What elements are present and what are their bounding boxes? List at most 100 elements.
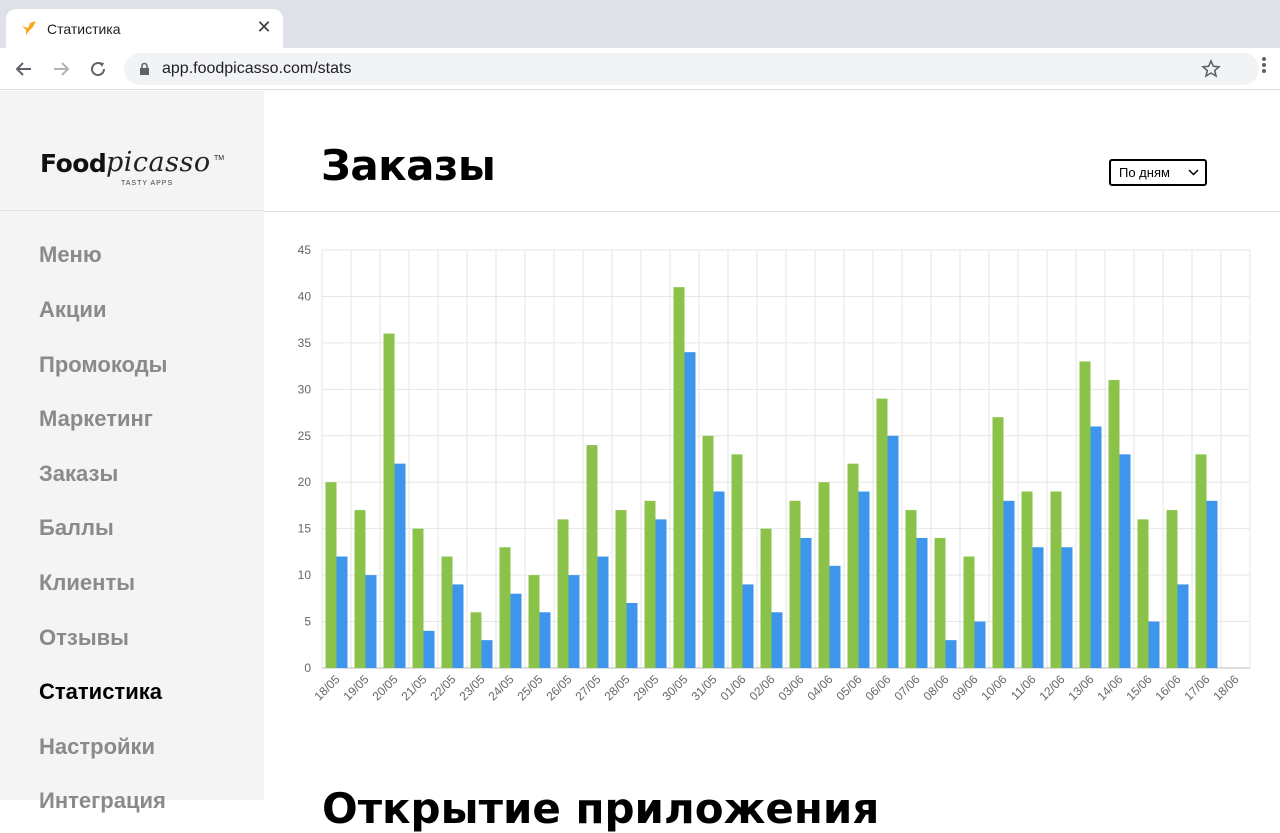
bar [789,500,801,668]
x-tick-label: 15/06 [1123,672,1154,703]
x-tick-label: 10/06 [978,672,1009,703]
x-tick-label: 24/05 [485,672,516,703]
sidebar-item-menu[interactable]: Меню [39,242,102,268]
x-tick-label: 31/05 [688,672,719,703]
close-tab-icon[interactable]: ✕ [255,16,273,38]
forward-button[interactable] [47,55,75,83]
chevron-down-icon [1188,169,1199,176]
x-tick-label: 23/05 [456,672,487,703]
bar [963,556,975,668]
sidebar-item-integration[interactable]: Интеграция [39,788,166,814]
y-tick-label: 45 [298,243,312,257]
bar [365,575,377,668]
x-tick-label: 01/06 [717,672,748,703]
logo[interactable]: Food picasso TM TASTY APPS [0,91,264,211]
bar [1206,500,1218,668]
sidebar-item-promocodes[interactable]: Промокоды [39,352,167,378]
sidebar-item-promotions[interactable]: Акции [39,297,106,323]
bar [452,584,464,668]
x-tick-label: 30/05 [659,672,690,703]
x-tick-label: 21/05 [398,672,429,703]
bar [771,612,783,668]
bar [713,491,725,668]
bar [325,482,337,668]
main-header: Заказы По дням [264,91,1280,212]
bird-favicon-icon [22,21,36,35]
bar [858,491,870,668]
x-tick-label: 29/05 [630,672,661,703]
address-bar[interactable]: app.foodpicasso.com/stats [124,53,1259,85]
bar [586,445,598,668]
browser-toolbar: app.foodpicasso.com/stats [0,48,1280,90]
x-tick-label: 12/06 [1036,672,1067,703]
sidebar-item-orders[interactable]: Заказы [39,461,118,487]
page-title: Заказы [321,141,496,190]
sidebar-item-clients[interactable]: Клиенты [39,570,135,596]
reload-icon [91,62,106,77]
url-text: app.foodpicasso.com/stats [162,60,352,77]
bar [1119,454,1131,668]
back-button[interactable] [10,55,38,83]
bar [847,463,859,668]
bar [441,556,453,668]
x-tick-label: 16/06 [1152,672,1183,703]
reload-button[interactable] [84,55,112,83]
sidebar-item-settings[interactable]: Настройки [39,734,155,760]
bar [1079,361,1091,668]
period-select-value: По дням [1119,165,1170,180]
bar [336,556,348,668]
y-tick-label: 20 [298,475,312,489]
bar [1148,621,1160,668]
bar [887,435,899,668]
bar [597,556,609,668]
sidebar-item-marketing[interactable]: Маркетинг [39,406,153,432]
x-tick-label: 17/06 [1181,672,1212,703]
bar [470,612,482,668]
bar [1061,547,1073,668]
y-tick-label: 10 [298,568,312,582]
x-tick-label: 25/05 [514,672,545,703]
bar [1032,547,1044,668]
tab-title: Статистика [47,21,121,37]
sidebar-item-statistics[interactable]: Статистика [39,679,162,705]
arrow-right-icon [54,62,70,76]
bar [731,454,743,668]
bar [1195,454,1207,668]
bar [992,417,1004,668]
y-tick-label: 25 [298,429,312,443]
bar [1050,491,1062,668]
y-tick-label: 15 [298,522,312,536]
bar [1166,510,1178,668]
lock-icon [140,62,149,75]
more-options-icon[interactable] [1262,56,1266,74]
x-tick-label: 22/05 [427,672,458,703]
x-tick-label: 28/05 [601,672,632,703]
bar [742,584,754,668]
arrow-left-icon [15,62,31,76]
browser-tab[interactable]: Статистика ✕ [6,9,283,48]
bar [702,435,714,668]
period-select[interactable]: По дням [1109,159,1207,186]
x-tick-label: 19/05 [340,672,371,703]
bar [1177,584,1189,668]
x-tick-label: 03/06 [775,672,806,703]
x-tick-label: 27/05 [572,672,603,703]
bar [760,528,772,668]
bar [655,519,667,668]
star-bookmark-icon[interactable] [1201,59,1221,79]
bar [510,593,522,668]
bar [905,510,917,668]
x-tick-label: 08/06 [920,672,951,703]
x-tick-label: 18/05 [311,672,342,703]
x-tick-label: 18/06 [1210,672,1241,703]
bar [557,519,569,668]
bar [481,640,493,668]
bar [412,528,424,668]
sidebar-item-points[interactable]: Баллы [39,515,114,541]
x-tick-label: 02/06 [746,672,777,703]
bar [876,398,888,668]
bar [673,287,685,668]
x-tick-label: 05/06 [833,672,864,703]
x-tick-label: 20/05 [369,672,400,703]
sidebar-item-reviews[interactable]: Отзывы [39,625,129,651]
